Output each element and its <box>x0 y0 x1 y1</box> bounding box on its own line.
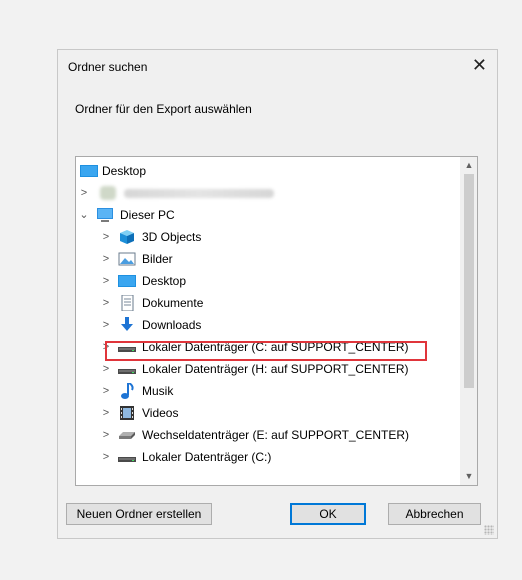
chevron-right-icon[interactable]: > <box>100 402 112 424</box>
chevron-right-icon[interactable]: > <box>100 270 112 292</box>
tree-item-label: Lokaler Datenträger (H: auf SUPPORT_CENT… <box>142 362 409 376</box>
removable-drive-icon <box>119 432 135 439</box>
tree-item-label: Desktop <box>142 274 187 288</box>
documents-icon <box>121 295 134 311</box>
chevron-right-icon[interactable]: > <box>100 292 112 314</box>
close-icon[interactable]: ✕ <box>472 54 487 76</box>
resize-grip-icon[interactable] <box>484 525 494 535</box>
tree-item-label: Downloads <box>142 318 202 332</box>
chevron-right-icon[interactable]: > <box>100 446 112 468</box>
chevron-down-icon[interactable]: ⌄ <box>78 204 90 226</box>
selection-highlight <box>105 341 427 361</box>
tree-item-label: Musik <box>142 384 174 398</box>
new-folder-button[interactable]: Neuen Ordner erstellen <box>66 503 212 525</box>
tree-item-label: Lokaler Datenträger (C:) <box>142 450 272 464</box>
folder-browse-dialog: Ordner suchen ✕ Ordner für den Export au… <box>57 49 498 539</box>
music-icon <box>121 383 134 399</box>
tree-item-label: Videos <box>142 406 179 420</box>
chevron-right-icon[interactable]: > <box>100 358 112 380</box>
drive-icon <box>118 457 136 462</box>
user-avatar-blurred <box>100 186 116 200</box>
chevron-right-icon[interactable]: > <box>100 424 112 446</box>
ok-button[interactable]: OK <box>290 503 366 525</box>
vertical-scrollbar[interactable]: ▲ ▼ <box>460 157 477 485</box>
tree-item-label: Desktop <box>102 164 147 178</box>
chevron-right-icon[interactable]: > <box>100 226 112 248</box>
tree-item-label: Bilder <box>142 252 173 266</box>
drive-icon <box>118 369 136 374</box>
desktop-icon <box>118 275 136 287</box>
user-name-blurred <box>124 189 274 198</box>
cancel-button[interactable]: Abbrechen <box>388 503 481 525</box>
dialog-title: Ordner suchen <box>68 60 148 74</box>
chevron-right-icon[interactable]: > <box>100 248 112 270</box>
tree-item-label: 3D Objects <box>142 230 202 244</box>
folder-tree[interactable]: Desktop > ⌄ Dieser PC > 3D Objects > Bil… <box>75 156 478 486</box>
videos-icon <box>120 406 134 420</box>
desktop-icon <box>80 165 98 177</box>
downloads-icon <box>121 317 133 331</box>
chevron-right-icon[interactable]: > <box>100 314 112 336</box>
chevron-right-icon[interactable]: > <box>78 182 90 204</box>
chevron-right-icon[interactable]: > <box>100 380 112 402</box>
tree-item-label: Dieser PC <box>120 208 175 222</box>
tree-item-label: Dokumente <box>142 296 204 310</box>
scroll-down-icon[interactable]: ▼ <box>461 468 477 485</box>
scrollbar-thumb[interactable] <box>464 174 474 388</box>
scroll-up-icon[interactable]: ▲ <box>461 157 477 174</box>
tree-item-label: Wechseldatenträger (E: auf SUPPORT_CENTE… <box>142 428 409 442</box>
this-pc-icon <box>97 208 113 222</box>
3d-objects-icon <box>120 230 134 244</box>
instruction-text: Ordner für den Export auswählen <box>75 102 252 116</box>
pictures-icon <box>118 252 136 266</box>
